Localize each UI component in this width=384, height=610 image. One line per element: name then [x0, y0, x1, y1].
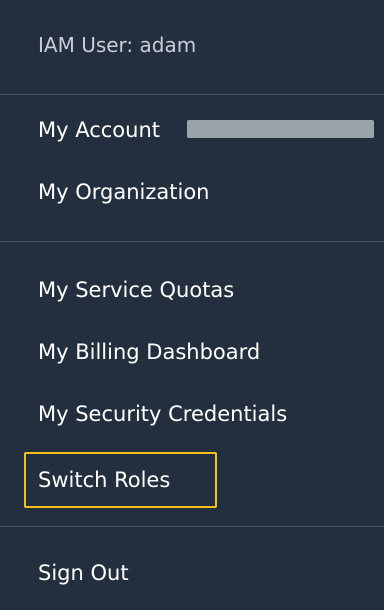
divider — [0, 94, 384, 95]
menu-item-my-security-credentials[interactable]: My Security Credentials — [38, 402, 287, 426]
redacted-account-id — [187, 120, 374, 138]
menu-item-switch-roles[interactable]: Switch Roles — [24, 452, 217, 508]
switch-roles-label: Switch Roles — [38, 468, 171, 492]
menu-item-my-billing-dashboard[interactable]: My Billing Dashboard — [38, 340, 260, 364]
menu-item-my-service-quotas[interactable]: My Service Quotas — [38, 278, 234, 302]
iam-user-label: IAM User: adam — [38, 33, 197, 57]
divider — [0, 241, 384, 242]
menu-item-my-account[interactable]: My Account — [38, 118, 160, 142]
menu-item-my-organization[interactable]: My Organization — [38, 180, 209, 204]
divider — [0, 526, 384, 527]
menu-item-sign-out[interactable]: Sign Out — [38, 561, 129, 585]
account-dropdown-menu: IAM User: adam My Account My Organizatio… — [0, 0, 384, 610]
